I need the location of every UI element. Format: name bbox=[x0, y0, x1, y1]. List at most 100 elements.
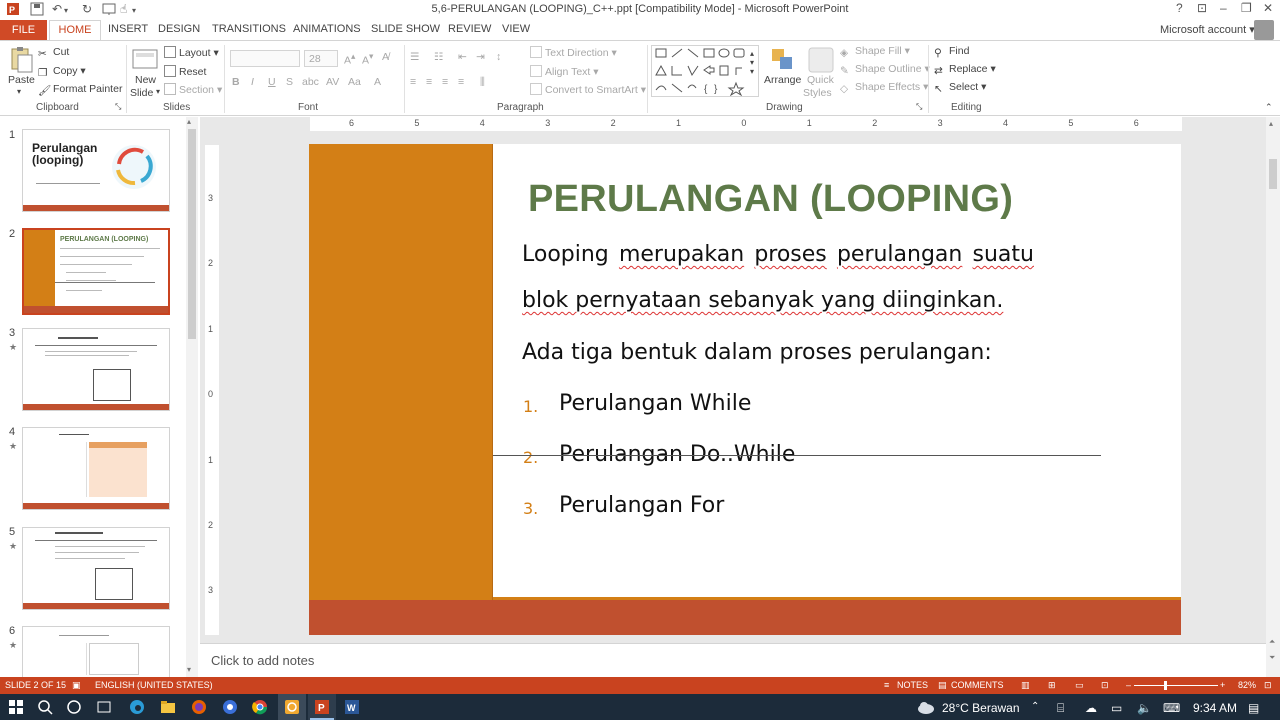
zoom-slider[interactable] bbox=[1134, 685, 1218, 686]
windows-start-icon[interactable] bbox=[7, 698, 25, 716]
weather-text[interactable]: 28°C Berawan bbox=[942, 701, 1020, 715]
task-view-icon[interactable] bbox=[95, 698, 113, 716]
battery-icon[interactable]: ▭ bbox=[1111, 701, 1122, 715]
shapes-more-icon[interactable]: ▴ ▾ ▾ bbox=[750, 49, 754, 76]
file-explorer-icon[interactable] bbox=[159, 698, 177, 716]
tab-design[interactable]: DESIGN bbox=[158, 23, 200, 35]
grow-font-icon[interactable]: A▴ bbox=[344, 51, 355, 67]
font-name-box[interactable] bbox=[230, 50, 300, 67]
slide-horizontal-line[interactable] bbox=[493, 455, 1101, 456]
numbering-icon[interactable]: ☷ bbox=[434, 51, 443, 63]
increase-indent-icon[interactable]: ⇥ bbox=[476, 51, 485, 63]
slide-sorter-icon[interactable]: ⊞ bbox=[1048, 680, 1056, 691]
slide-canvas[interactable]: PERULANGAN (LOOPING) Looping merupakan p… bbox=[309, 144, 1181, 635]
reading-view-icon[interactable]: ▭ bbox=[1075, 680, 1084, 691]
shrink-font-icon[interactable]: A▾ bbox=[362, 51, 373, 67]
slide-paragraph-2[interactable]: Ada tiga bentuk dalam proses perulangan: bbox=[522, 340, 992, 365]
clock[interactable]: 9:34 AM bbox=[1193, 701, 1237, 715]
text-direction-button[interactable]: Text Direction ▾ bbox=[530, 46, 617, 59]
bullets-icon[interactable]: ☰ bbox=[410, 51, 419, 63]
layout-button[interactable]: Layout ▾ bbox=[164, 46, 219, 59]
slide-show-icon[interactable]: ⊡ bbox=[1101, 680, 1109, 691]
zoom-level[interactable]: 82% bbox=[1238, 680, 1256, 690]
cloud-sync-icon[interactable]: ☁ bbox=[1085, 701, 1097, 715]
change-case-icon[interactable]: Aa bbox=[348, 76, 361, 88]
notes-toggle[interactable]: NOTES bbox=[897, 680, 928, 690]
minimize-icon[interactable]: – bbox=[1220, 1, 1227, 15]
italic-icon[interactable]: I bbox=[251, 76, 254, 88]
clipboard-launcher-icon[interactable]: ⤡ bbox=[115, 102, 121, 112]
slide-paragraph-1-line-1[interactable]: Looping merupakan proses perulangan suat… bbox=[522, 242, 1034, 267]
chrome-icon[interactable] bbox=[251, 698, 269, 716]
close-icon[interactable]: ✕ bbox=[1263, 1, 1273, 15]
taskbar-powerpoint-slot[interactable]: P bbox=[308, 694, 336, 720]
search-icon[interactable] bbox=[36, 698, 54, 716]
line-spacing-icon[interactable]: ↕ bbox=[496, 51, 501, 63]
tab-slide-show[interactable]: SLIDE SHOW bbox=[371, 23, 440, 35]
network-icon[interactable]: ⌸ bbox=[1057, 701, 1064, 716]
volume-icon[interactable]: 🔈 bbox=[1137, 701, 1152, 715]
notifications-icon[interactable]: ▤ bbox=[1248, 701, 1259, 715]
prev-slide-icon[interactable]: ⏶ bbox=[1269, 637, 1275, 647]
show-hidden-icons-icon[interactable]: ⌃ bbox=[1031, 701, 1039, 712]
tab-review[interactable]: REVIEW bbox=[448, 23, 491, 35]
taskbar-active-slot[interactable] bbox=[278, 694, 306, 720]
find-button[interactable]: ⚲ Find bbox=[934, 45, 969, 59]
select-button[interactable]: ↖ Select ▾ bbox=[934, 81, 986, 95]
drawing-launcher-icon[interactable]: ⤡ bbox=[916, 102, 922, 112]
scroll-up-icon[interactable]: ▴ bbox=[187, 117, 191, 126]
thumbnail-scrollbar[interactable]: ▴ ▾ bbox=[186, 117, 198, 677]
tab-animations[interactable]: ANIMATIONS bbox=[293, 23, 361, 35]
decrease-indent-icon[interactable]: ⇤ bbox=[458, 51, 467, 63]
browser-icon[interactable] bbox=[221, 698, 239, 716]
slide-thumbnail-4[interactable] bbox=[22, 427, 170, 510]
tab-insert[interactable]: INSERT bbox=[108, 23, 148, 35]
font-color-icon[interactable]: A bbox=[374, 76, 381, 88]
list-item[interactable]: Perulangan While bbox=[559, 391, 751, 416]
scroll-up-icon[interactable]: ▴ bbox=[1269, 119, 1273, 128]
clear-formatting-icon[interactable]: A̸ bbox=[382, 51, 389, 63]
convert-smartart-button[interactable]: Convert to SmartArt ▾ bbox=[530, 83, 646, 96]
comments-icon[interactable]: ▤ bbox=[938, 680, 947, 691]
section-button[interactable]: Section ▾ bbox=[164, 83, 222, 96]
tab-transitions[interactable]: TRANSITIONS bbox=[212, 23, 286, 35]
editor-scroll-thumb[interactable] bbox=[1269, 159, 1277, 189]
help-icon[interactable]: ? bbox=[1176, 1, 1183, 15]
avatar[interactable] bbox=[1254, 20, 1274, 40]
slide-paragraph-1-line-2[interactable]: blok pernyataan sebanyak yang diinginkan… bbox=[522, 288, 1003, 313]
format-painter-button[interactable]: 🖌 Format Painter bbox=[38, 83, 122, 97]
copy-button[interactable]: ❐ Copy ▾ bbox=[38, 65, 86, 79]
shape-outline-button[interactable]: ✎ Shape Outline ▾ bbox=[840, 63, 930, 77]
columns-icon[interactable]: ⫼ bbox=[480, 76, 485, 89]
normal-view-icon[interactable]: ▥ bbox=[1021, 680, 1030, 691]
restore-icon[interactable]: ❐ bbox=[1241, 1, 1252, 15]
zoom-slider-thumb[interactable] bbox=[1164, 681, 1167, 690]
cortana-icon[interactable] bbox=[65, 698, 83, 716]
tab-view[interactable]: VIEW bbox=[502, 23, 530, 35]
justify-icon[interactable]: ≡ bbox=[458, 76, 464, 88]
align-left-icon[interactable]: ≡ bbox=[410, 76, 416, 88]
firefox-icon[interactable] bbox=[190, 698, 208, 716]
slide-title[interactable]: PERULANGAN (LOOPING) bbox=[528, 178, 1013, 221]
bold-icon[interactable]: B bbox=[232, 76, 240, 88]
ribbon-display-options-icon[interactable]: ⊡ bbox=[1197, 1, 1207, 15]
slide-thumbnail-5[interactable] bbox=[22, 527, 170, 610]
thumbnail-scroll-thumb[interactable] bbox=[188, 129, 196, 339]
language-indicator[interactable]: ENGLISH (UNITED STATES) bbox=[95, 680, 213, 690]
collapse-ribbon-icon[interactable]: ⌃ bbox=[1265, 102, 1273, 113]
slide-thumbnail-1[interactable]: Perulangan (looping) bbox=[22, 129, 170, 212]
strikethrough-icon[interactable]: abc bbox=[302, 76, 319, 88]
underline-icon[interactable]: U bbox=[268, 76, 276, 88]
next-slide-icon[interactable]: ⏷ bbox=[1269, 653, 1275, 663]
zoom-in-icon[interactable]: + bbox=[1220, 680, 1225, 690]
align-text-button[interactable]: Align Text ▾ bbox=[530, 65, 599, 78]
shapes-gallery[interactable]: {} bbox=[651, 45, 759, 97]
spellcheck-icon[interactable]: ▣ bbox=[72, 680, 81, 691]
reset-button[interactable]: Reset bbox=[164, 65, 206, 78]
word-icon[interactable]: W bbox=[343, 698, 361, 716]
notes-icon[interactable]: ≡ bbox=[884, 680, 889, 690]
character-spacing-icon[interactable]: AV bbox=[326, 76, 339, 88]
zoom-out-icon[interactable]: – bbox=[1126, 680, 1131, 690]
list-item[interactable]: Perulangan For bbox=[559, 493, 724, 518]
font-size-box[interactable]: 28 bbox=[304, 50, 338, 67]
